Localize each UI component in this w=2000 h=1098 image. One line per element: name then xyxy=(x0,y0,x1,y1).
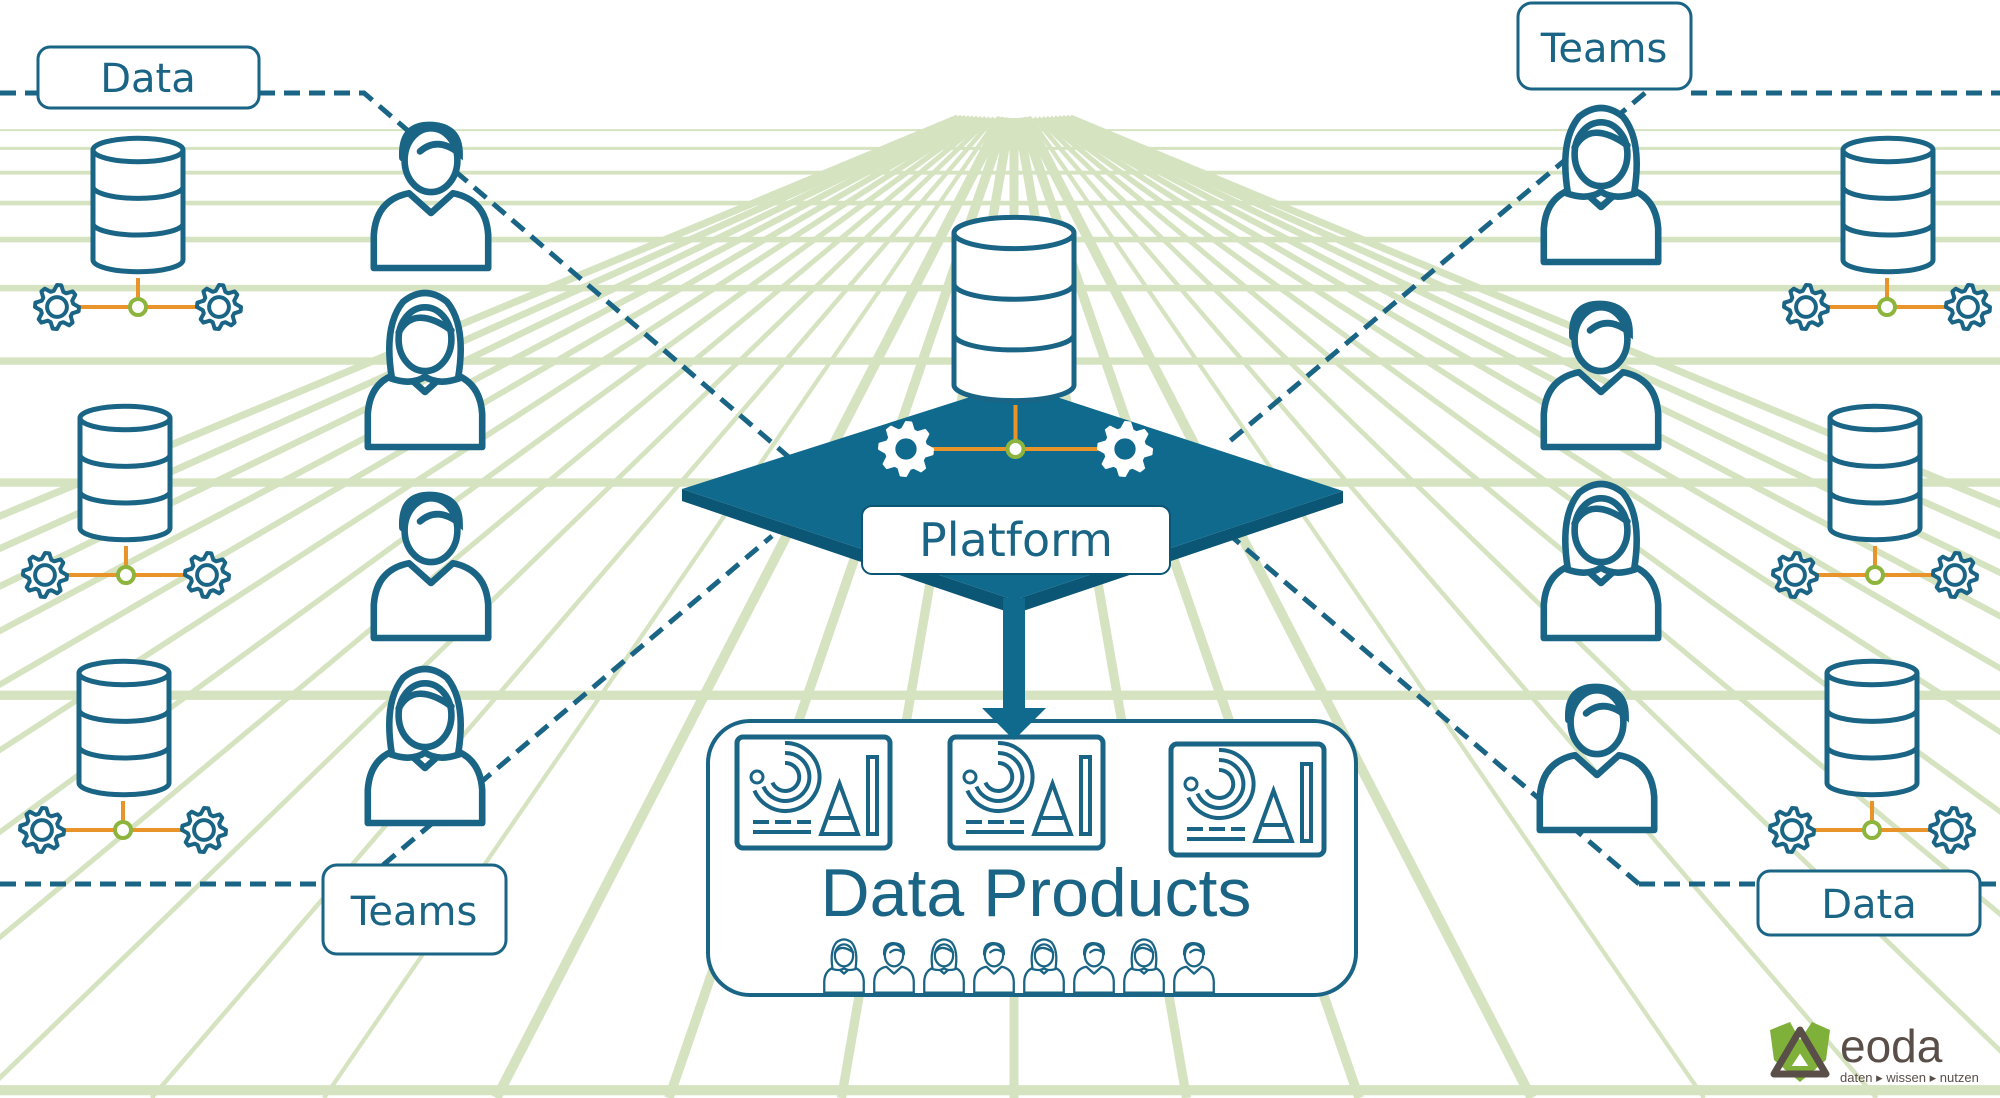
data-label-top-left: Data xyxy=(36,45,261,110)
connector-node xyxy=(1806,278,1968,317)
gear-icon xyxy=(1768,806,1816,854)
gear-icon xyxy=(33,283,81,331)
diagram-canvas: Data Teams Teams Data Data Products Plat… xyxy=(0,1,2000,1098)
database-icon xyxy=(76,658,172,798)
dashboard-icon xyxy=(734,734,893,851)
gear-icon xyxy=(1931,551,1979,599)
database-icon xyxy=(1840,135,1936,275)
platform-label: Platform xyxy=(861,505,1171,575)
gear-icon xyxy=(1928,806,1976,854)
person-icon xyxy=(1536,683,1658,834)
connector-node xyxy=(42,801,204,840)
teams-label-bottom-left: Teams xyxy=(321,863,508,956)
data-products-box: Data Products xyxy=(706,719,1358,997)
gear-icon xyxy=(1782,283,1830,331)
person-icon xyxy=(1540,480,1662,642)
logo-tagline: daten ▸ wissen ▸ nutzen xyxy=(1840,1070,1979,1085)
person-icon xyxy=(370,491,492,642)
svg-text:Teams: Teams xyxy=(350,889,478,935)
database-icon xyxy=(1827,403,1923,543)
svg-text:Teams: Teams xyxy=(1540,26,1668,72)
dashboard-icon xyxy=(947,734,1106,851)
gear-icon xyxy=(21,551,69,599)
eoda-logo: eoda daten ▸ wissen ▸ nutzen xyxy=(1770,1020,1979,1085)
gear-icon xyxy=(878,421,934,477)
person-icon xyxy=(370,121,492,272)
database-icon xyxy=(951,214,1077,404)
dashboard-icon xyxy=(1168,741,1327,858)
teams-label-top-right: Teams xyxy=(1516,1,1693,91)
person-icon xyxy=(364,289,486,451)
database-icon xyxy=(1824,658,1920,798)
gear-icon xyxy=(1944,283,1992,331)
connector-node xyxy=(1792,801,1952,840)
data-products-title: Data Products xyxy=(821,855,1252,931)
platform xyxy=(682,383,1343,614)
gear-icon xyxy=(1097,421,1153,477)
database-icon xyxy=(77,403,173,543)
gear-icon xyxy=(18,806,66,854)
gear-icon xyxy=(195,283,243,331)
platform-to-products-arrow xyxy=(982,598,1046,740)
database-icon xyxy=(90,135,186,275)
svg-text:Platform: Platform xyxy=(919,513,1113,567)
gear-icon xyxy=(180,806,228,854)
svg-text:Data: Data xyxy=(1821,882,1917,928)
gear-icon xyxy=(1771,551,1819,599)
data-label-bottom-right: Data xyxy=(1756,869,1982,937)
connector-node xyxy=(57,278,219,317)
gear-icon xyxy=(183,551,231,599)
logo-wordmark: eoda xyxy=(1840,1020,1943,1072)
svg-text:Data: Data xyxy=(100,56,196,102)
